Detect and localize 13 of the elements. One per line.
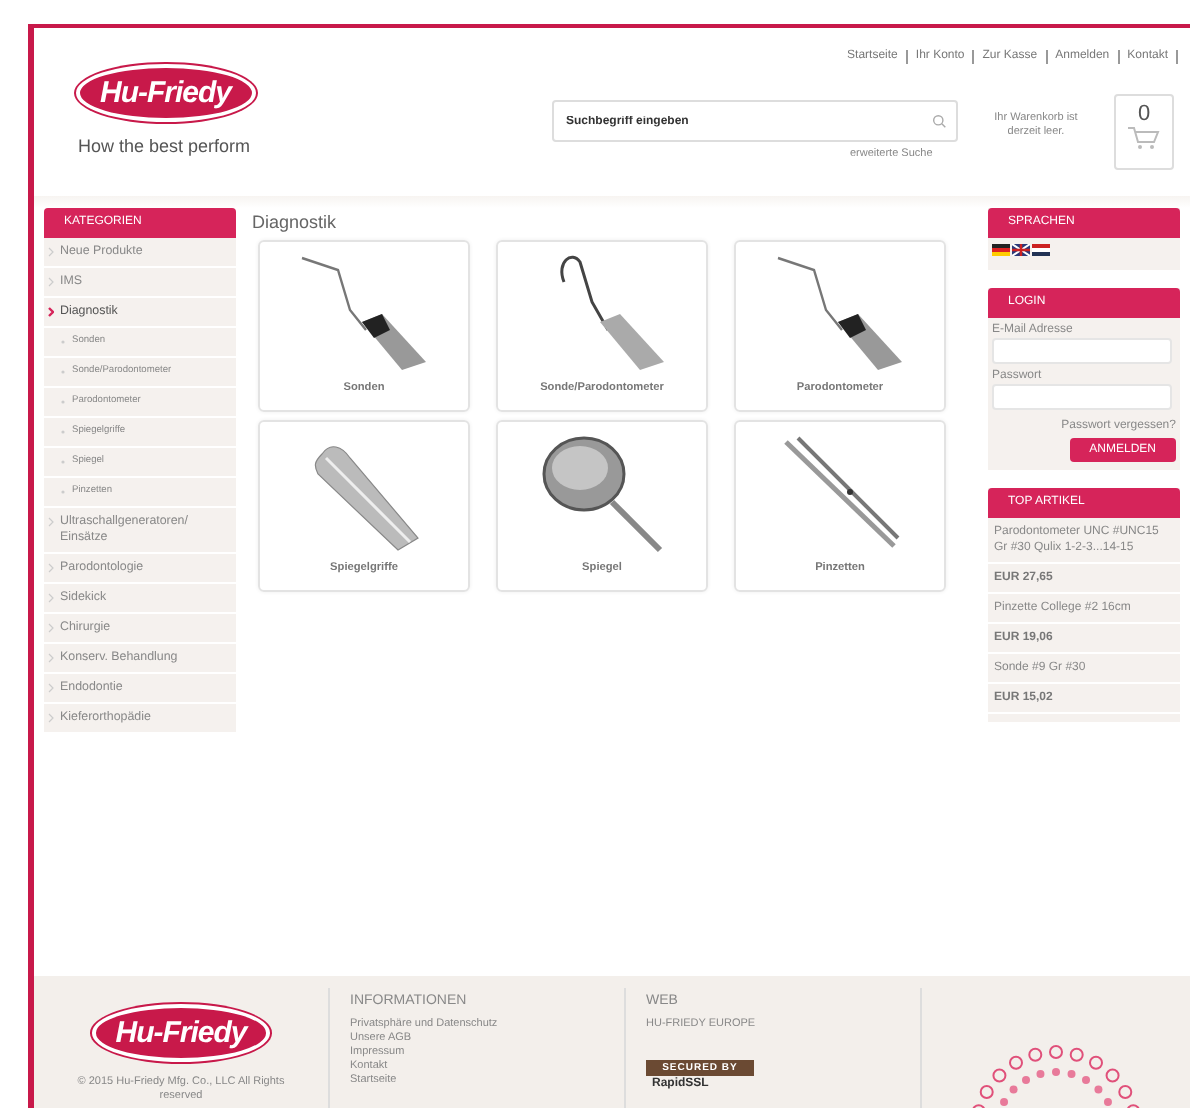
logo[interactable]: Hu-Friedy [76,64,256,122]
email-field[interactable] [992,338,1172,364]
tagline: How the best perform [78,136,251,156]
search-icon [932,114,946,128]
cart-button[interactable]: 0 [1114,94,1174,170]
flag-icon[interactable] [992,244,1010,256]
section-title: Diagnostik [252,212,339,232]
password-field[interactable] [992,384,1172,410]
flag-icon[interactable] [1012,244,1030,256]
logo[interactable]: Hu-Friedy [91,1004,271,1062]
flag-icon[interactable] [1032,244,1050,256]
cart-icon [1128,126,1160,150]
chevron-icon [48,514,54,530]
